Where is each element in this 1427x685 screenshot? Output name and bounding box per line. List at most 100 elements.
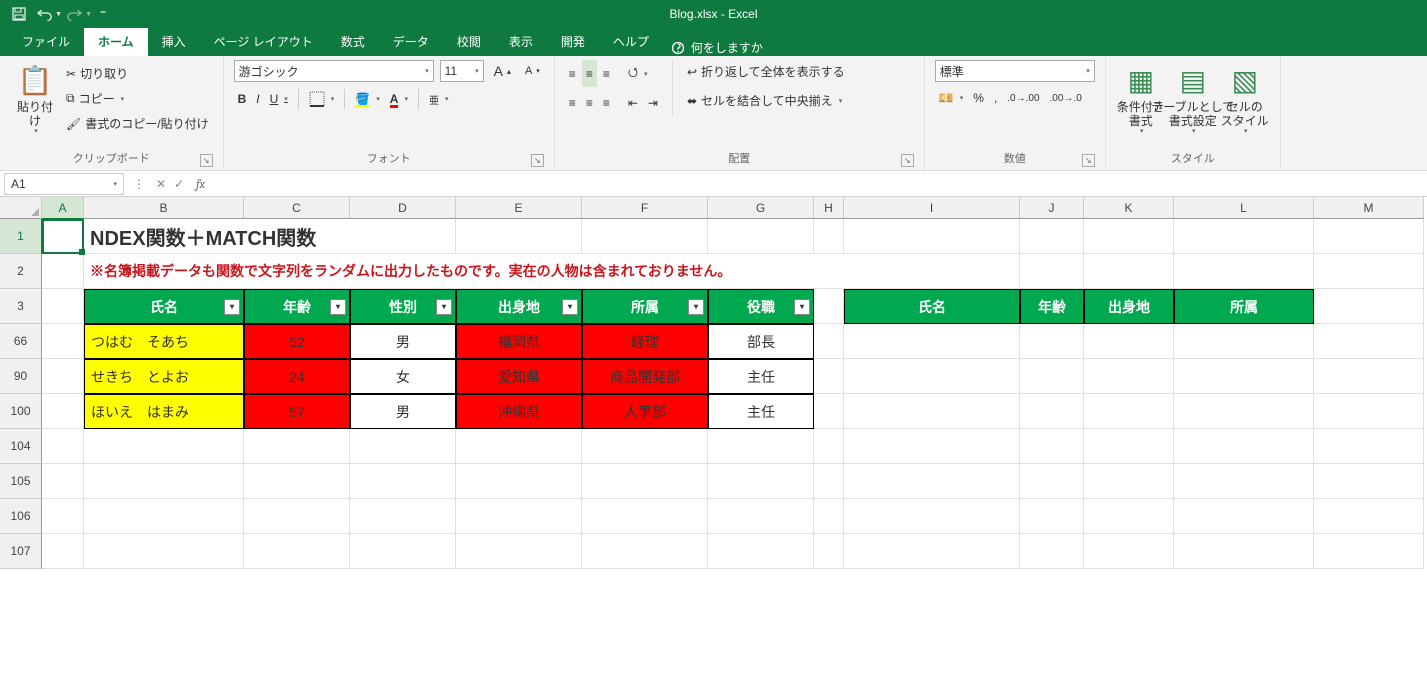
- table1-header-0[interactable]: 氏名▾: [84, 289, 244, 324]
- col-header-D[interactable]: D: [350, 197, 456, 219]
- table-cell[interactable]: 部長: [708, 324, 814, 359]
- table1-header-3[interactable]: 出身地▾: [456, 289, 582, 324]
- align-top-button[interactable]: ≡: [565, 60, 580, 87]
- table-cell[interactable]: 人事部: [582, 394, 708, 429]
- cell-styles-button[interactable]: ▧セルの スタイル▾: [1220, 60, 1270, 141]
- alignment-dialog-launcher[interactable]: ↘: [901, 154, 914, 167]
- table-cell[interactable]: 商品開発部: [582, 359, 708, 394]
- format-as-table-button[interactable]: ▤テーブルとして 書式設定▾: [1168, 60, 1218, 141]
- decrease-indent-button[interactable]: ⇤: [624, 93, 642, 113]
- tab-page-layout[interactable]: ページ レイアウト: [200, 28, 327, 56]
- enter-formula-button[interactable]: ✓: [174, 177, 184, 191]
- percent-button[interactable]: %: [969, 88, 988, 108]
- tell-me[interactable]: 何をしますか: [671, 39, 763, 56]
- tab-developer[interactable]: 開発: [547, 28, 599, 56]
- undo-button[interactable]: ▼: [36, 2, 62, 26]
- tab-review[interactable]: 校閲: [443, 28, 495, 56]
- bold-button[interactable]: B: [234, 89, 251, 109]
- italic-button[interactable]: I: [252, 89, 263, 109]
- tab-home[interactable]: ホーム: [84, 28, 148, 56]
- qat-customize[interactable]: ⁼: [96, 2, 110, 26]
- clipboard-dialog-launcher[interactable]: ↘: [200, 154, 213, 167]
- table-cell[interactable]: 愛知県: [456, 359, 582, 394]
- table2-header-3[interactable]: 所属: [1174, 289, 1314, 324]
- table1-header-4[interactable]: 所属▾: [582, 289, 708, 324]
- row-header-66[interactable]: 66: [0, 324, 42, 359]
- font-color-button[interactable]: A▾: [386, 89, 412, 109]
- merge-center-button[interactable]: ⬌セルを結合して中央揃え▾: [683, 89, 849, 112]
- row-headers[interactable]: 1236690100104105106107: [0, 219, 42, 569]
- table1-header-5[interactable]: 役職▾: [708, 289, 814, 324]
- align-left-button[interactable]: ≡: [565, 93, 580, 113]
- col-header-F[interactable]: F: [582, 197, 708, 219]
- cell-grid[interactable]: NDEX関数＋MATCH関数※名簿掲載データも関数で文字列をランダムに出力したも…: [42, 219, 1424, 569]
- col-header-K[interactable]: K: [1084, 197, 1174, 219]
- filter-button[interactable]: ▾: [330, 299, 346, 315]
- increase-indent-button[interactable]: ⇥: [644, 93, 662, 113]
- worksheet[interactable]: ABCDEFGHIJKLM 1236690100104105106107 NDE…: [0, 197, 1427, 569]
- table1-header-1[interactable]: 年齢▾: [244, 289, 350, 324]
- comma-button[interactable]: ,: [990, 88, 1001, 108]
- row-header-100[interactable]: 100: [0, 394, 42, 429]
- align-right-button[interactable]: ≡: [599, 93, 614, 113]
- save-button[interactable]: [6, 2, 32, 26]
- align-bottom-button[interactable]: ≡: [599, 60, 614, 87]
- table-cell[interactable]: 沖縄県: [456, 394, 582, 429]
- col-header-E[interactable]: E: [456, 197, 582, 219]
- row-header-104[interactable]: 104: [0, 429, 42, 464]
- underline-button[interactable]: U▾: [266, 89, 292, 109]
- table-cell[interactable]: 女: [350, 359, 456, 394]
- row-header-107[interactable]: 107: [0, 534, 42, 569]
- borders-button[interactable]: ▾: [305, 88, 339, 110]
- row-header-105[interactable]: 105: [0, 464, 42, 499]
- table1-header-2[interactable]: 性別▾: [350, 289, 456, 324]
- tab-view[interactable]: 表示: [495, 28, 547, 56]
- wrap-text-button[interactable]: ↩折り返して全体を表示する: [683, 60, 849, 83]
- table-cell[interactable]: つはむ そあち: [84, 324, 244, 359]
- phonetic-button[interactable]: 亜▾: [425, 89, 453, 110]
- tab-data[interactable]: データ: [379, 28, 443, 56]
- name-box[interactable]: A1▾: [4, 173, 124, 195]
- table-cell[interactable]: 52: [244, 324, 350, 359]
- filter-button[interactable]: ▾: [562, 299, 578, 315]
- row-header-1[interactable]: 1: [0, 219, 42, 254]
- col-header-C[interactable]: C: [244, 197, 350, 219]
- col-header-I[interactable]: I: [844, 197, 1020, 219]
- tab-formulas[interactable]: 数式: [327, 28, 379, 56]
- col-header-A[interactable]: A: [42, 197, 84, 219]
- table-cell[interactable]: ほいえ はまみ: [84, 394, 244, 429]
- orientation-button[interactable]: ⭯▾: [624, 60, 652, 87]
- decrease-decimal-button[interactable]: .00→.0: [1046, 88, 1086, 108]
- number-format-combo[interactable]: 標準▾: [935, 60, 1095, 82]
- col-header-B[interactable]: B: [84, 197, 244, 219]
- row-header-2[interactable]: 2: [0, 254, 42, 289]
- table2-header-2[interactable]: 出身地: [1084, 289, 1174, 324]
- col-header-L[interactable]: L: [1174, 197, 1314, 219]
- paste-button[interactable]: 📋 貼り付け ▾: [10, 60, 60, 141]
- increase-font-button[interactable]: A▴: [490, 60, 515, 82]
- number-dialog-launcher[interactable]: ↘: [1082, 154, 1095, 167]
- tab-insert[interactable]: 挿入: [148, 28, 200, 56]
- copy-button[interactable]: ⧉コピー▾: [62, 87, 213, 110]
- filter-button[interactable]: ▾: [436, 299, 452, 315]
- align-middle-button[interactable]: ≡: [582, 60, 597, 87]
- decrease-font-button[interactable]: A▾: [521, 62, 544, 80]
- table-cell[interactable]: せきち とよお: [84, 359, 244, 394]
- font-name-combo[interactable]: 游ゴシック▾: [234, 60, 434, 82]
- table-cell[interactable]: 24: [244, 359, 350, 394]
- cut-button[interactable]: ✂切り取り: [62, 62, 213, 85]
- column-headers[interactable]: ABCDEFGHIJKLM: [42, 197, 1424, 219]
- table2-header-0[interactable]: 氏名: [844, 289, 1020, 324]
- table-cell[interactable]: 主任: [708, 359, 814, 394]
- col-header-H[interactable]: H: [814, 197, 844, 219]
- font-dialog-launcher[interactable]: ↘: [531, 154, 544, 167]
- increase-decimal-button[interactable]: .0→.00: [1003, 88, 1043, 108]
- table2-header-1[interactable]: 年齢: [1020, 289, 1084, 324]
- filter-button[interactable]: ▾: [224, 299, 240, 315]
- tab-help[interactable]: ヘルプ: [599, 28, 663, 56]
- col-header-G[interactable]: G: [708, 197, 814, 219]
- filter-button[interactable]: ▾: [794, 299, 810, 315]
- format-painter-button[interactable]: 🖌書式のコピー/貼り付け: [62, 112, 213, 135]
- formula-input[interactable]: [211, 173, 1427, 195]
- table-cell[interactable]: 主任: [708, 394, 814, 429]
